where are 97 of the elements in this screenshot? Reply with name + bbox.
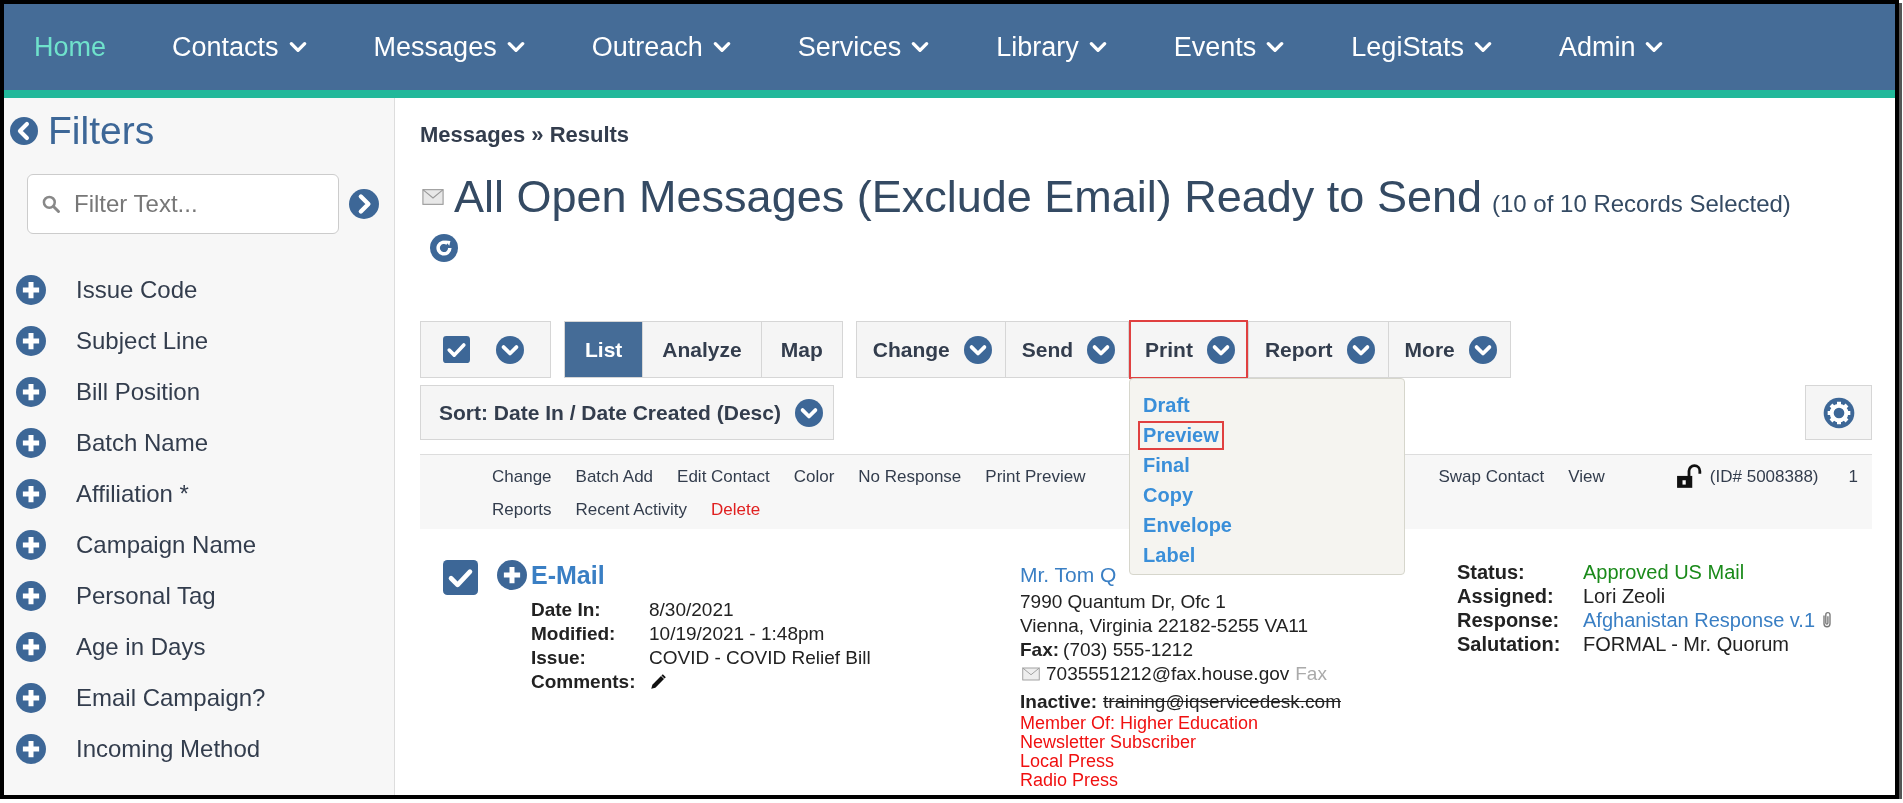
message-type-link[interactable]: E-Mail xyxy=(531,560,605,590)
inactive-label: Inactive: xyxy=(1020,690,1098,714)
expand-plus-icon[interactable] xyxy=(16,682,46,713)
chevron-down-icon xyxy=(1206,335,1235,364)
nav-menu-item[interactable]: Library xyxy=(996,31,1108,63)
action-link[interactable]: Edit Contact xyxy=(677,466,770,487)
action-link[interactable]: Swap Contact xyxy=(1438,466,1545,487)
expand-plus-icon[interactable] xyxy=(16,733,46,764)
records-count: (10 of 10 Records Selected) xyxy=(1492,190,1791,218)
address-line: 7990 Quantum Dr, Ofc 1 xyxy=(1020,590,1227,614)
unlocked-padlock-icon[interactable] xyxy=(1675,463,1702,490)
field-value: FORMAL - Mr. Quorum xyxy=(1583,632,1789,656)
nav-menu-item[interactable]: Events xyxy=(1173,31,1286,63)
record-id: (ID# 5008388) xyxy=(1709,466,1819,487)
action-link[interactable]: Reports xyxy=(492,499,552,520)
nav-menu-item[interactable]: Outreach xyxy=(591,31,732,63)
nav-menu-item[interactable]: Services xyxy=(797,31,931,63)
field-label: Assigned: xyxy=(1457,584,1555,608)
expand-plus-icon[interactable] xyxy=(16,427,46,458)
field-value: Lori Zeoli xyxy=(1583,584,1666,608)
sort-dropdown[interactable]: Sort: Date In / Date Created (Desc) xyxy=(420,385,834,440)
envelope-icon xyxy=(1020,665,1042,683)
filter-item[interactable]: Age in Days xyxy=(76,632,206,661)
email-tag: Fax xyxy=(1295,662,1327,686)
field-label: Response: xyxy=(1457,608,1561,632)
field-label: Issue: xyxy=(531,646,587,670)
nav-menu-item[interactable]: Contacts xyxy=(172,31,308,63)
filters-title: Filters xyxy=(48,109,155,153)
chevron-down-icon xyxy=(1087,335,1116,364)
filter-item[interactable]: Bill Position xyxy=(76,377,201,406)
record-number: 1 xyxy=(1848,466,1858,487)
field-label: Comments: xyxy=(531,670,637,694)
contact-tag: Member Of: Higher Education xyxy=(1020,714,1457,733)
field-label: Salutation: xyxy=(1457,632,1562,656)
expand-plus-icon[interactable] xyxy=(16,376,46,407)
filter-item[interactable]: Email Campaign? xyxy=(76,683,266,712)
field-value: 10/19/2021 - 1:48pm xyxy=(649,622,826,646)
expand-plus-icon[interactable] xyxy=(16,478,46,509)
fax-number: (703) 555-1212 xyxy=(1063,638,1193,662)
action-link[interactable]: Delete xyxy=(711,499,761,520)
field-label: Status: xyxy=(1457,560,1526,584)
settings-icon xyxy=(1822,396,1855,429)
nav-menu-item[interactable]: LegiStats xyxy=(1351,31,1493,63)
expand-plus-icon[interactable] xyxy=(16,529,46,560)
dropdown-chevron-icon[interactable] xyxy=(496,335,524,364)
response-link[interactable]: Afghanistan Response v.1 xyxy=(1583,608,1815,632)
filter-item[interactable]: Campaign Name xyxy=(76,530,257,559)
breadcrumb: Messages » Results xyxy=(420,121,631,148)
filter-item[interactable]: Subject Line xyxy=(76,326,209,355)
settings-button[interactable] xyxy=(1805,385,1872,440)
envelope-icon xyxy=(422,186,444,208)
fax-label: Fax: xyxy=(1020,638,1060,662)
refresh-icon[interactable] xyxy=(430,234,458,262)
chevron-down-icon xyxy=(963,335,992,364)
inactive-email: training@iqservicedesk.com xyxy=(1103,690,1341,714)
expand-plus-icon[interactable] xyxy=(16,325,46,356)
action-link[interactable]: Color xyxy=(793,466,835,487)
field-label: Modified: xyxy=(531,622,617,646)
filter-item[interactable]: Personal Tag xyxy=(76,581,216,610)
forward-chevron-icon[interactable] xyxy=(349,189,379,219)
expand-plus-icon[interactable] xyxy=(16,631,46,662)
expand-plus-icon[interactable] xyxy=(16,580,46,611)
record-checkbox[interactable] xyxy=(443,560,478,595)
filter-search-field[interactable]: Filter Text... xyxy=(27,174,339,234)
action-link[interactable]: No Response xyxy=(858,466,962,487)
select-all-checkbox[interactable] xyxy=(443,336,470,363)
expand-plus-icon[interactable] xyxy=(497,560,527,590)
filter-item[interactable]: Batch Name xyxy=(76,428,209,457)
action-link[interactable]: View xyxy=(1568,466,1605,487)
status-value: Approved US Mail xyxy=(1583,560,1745,584)
page-title: All Open Messages (Exclude Email) Ready to Send xyxy=(454,170,1482,224)
filter-item[interactable]: Incoming Method xyxy=(76,734,261,763)
pencil-icon[interactable] xyxy=(649,673,667,691)
action-link[interactable]: Batch Add xyxy=(575,466,654,487)
contact-tag: Local Press xyxy=(1020,752,1457,771)
action-link[interactable]: Recent Activity xyxy=(575,499,688,520)
action-menu-button[interactable]: Print xyxy=(1129,320,1248,379)
filter-item[interactable]: Issue Code xyxy=(76,275,198,304)
action-link[interactable]: Change xyxy=(492,466,552,487)
expand-plus-icon[interactable] xyxy=(16,274,46,305)
view-tab[interactable]: List xyxy=(565,322,644,377)
back-chevron-icon[interactable] xyxy=(10,117,38,145)
contact-tag: Radio Press xyxy=(1020,771,1457,790)
action-link[interactable]: Print Preview xyxy=(985,466,1086,487)
nav-menu-item[interactable]: Messages xyxy=(373,31,526,63)
field-value: 8/30/2021 xyxy=(649,598,735,622)
address-line: Vienna, Virginia 22182-5255 VA11 xyxy=(1020,614,1310,638)
chevron-down-icon xyxy=(1468,335,1497,364)
field-value: COVID - COVID Relief Bill xyxy=(649,646,872,670)
filter-item[interactable]: Affiliation * xyxy=(76,479,189,508)
email-address: 7035551212@fax.house.gov xyxy=(1046,662,1290,686)
chevron-down-icon xyxy=(794,398,823,427)
search-icon xyxy=(41,194,61,214)
field-label: Date In: xyxy=(531,598,602,622)
contact-tag: Newsletter Subscriber xyxy=(1020,733,1457,752)
chevron-down-icon xyxy=(1346,335,1375,364)
nav-menu-item[interactable]: Admin xyxy=(1558,31,1665,63)
